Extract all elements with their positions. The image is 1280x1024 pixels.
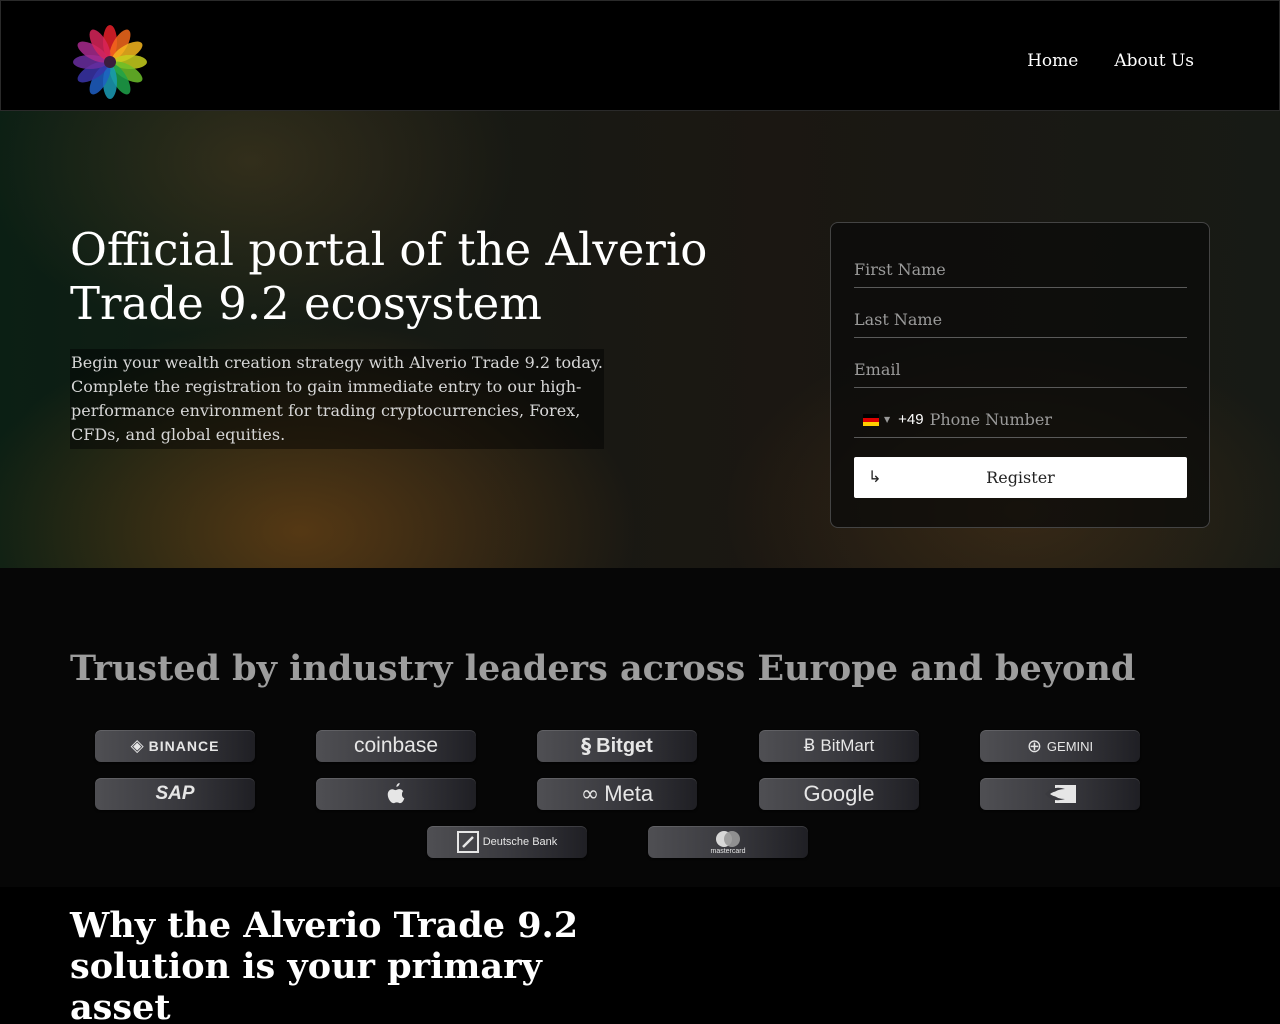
nvidia-icon [1045, 785, 1076, 803]
binance-icon: ◈ [130, 736, 144, 756]
nav-home-link[interactable]: Home [1027, 51, 1078, 71]
brand-logo-deutsche-bank: Deutsche Bank [427, 826, 587, 858]
email-field-wrapper [854, 352, 1187, 388]
nav-about-us-link[interactable]: About Us [1114, 51, 1194, 71]
lotus-flower-logo[interactable] [73, 25, 147, 99]
why-section: Why the Alverio Trade 9.2 solution is yo… [0, 887, 1280, 1024]
brand-logos: ◈ BINANCE coinbase § Bitget Ƀ BitMart ⊕ GEMI… [0, 568, 1280, 887]
brand-logo-bitget: § Bitget [537, 730, 697, 762]
brand-logo-coinbase: coinbase [316, 730, 476, 762]
brand-logo-bitmart: Ƀ BitMart [759, 730, 919, 762]
register-button-label: Register [986, 468, 1055, 487]
first-name-field-wrapper [854, 252, 1187, 288]
last-name-field-wrapper [854, 302, 1187, 338]
bitmart-icon: Ƀ [803, 736, 816, 756]
bitget-icon: § [581, 734, 592, 758]
arrow-return-icon: ↳ [868, 467, 882, 486]
brand-logo-sap: SAP [95, 778, 255, 810]
register-button[interactable]: ↳ Register [854, 457, 1187, 498]
phone-country-code: +49 [898, 411, 924, 428]
meta-icon: ∞ [580, 781, 600, 807]
brand-logo-mastercard: mastercard [648, 826, 808, 858]
germany-flag-icon[interactable] [863, 413, 879, 426]
phone-input[interactable] [929, 402, 1170, 437]
brand-logo-google: Google [759, 778, 919, 810]
phone-field-wrapper: ▼ +49 [854, 402, 1187, 438]
chevron-down-icon[interactable]: ▼ [884, 415, 890, 424]
brand-logo-gemini: ⊕ GEMINI [980, 730, 1140, 762]
brand-logo-apple [316, 778, 476, 810]
hero-subtitle: Begin your wealth creation strategy with… [70, 349, 604, 449]
deutsche-bank-icon [456, 831, 479, 853]
hero-section: Official portal of the Alverio Trade 9.2… [0, 111, 1280, 568]
email-input[interactable] [854, 352, 1187, 387]
apple-icon [387, 783, 405, 804]
first-name-input[interactable] [854, 252, 1187, 287]
mastercard-icon [716, 830, 740, 847]
gemini-icon: ⊕ [1026, 735, 1042, 757]
brand-logo-meta: ∞ Meta [537, 778, 697, 810]
registration-form: ▼ +49 ↳ Register [830, 222, 1210, 528]
trusted-section: Trusted by industry leaders across Europ… [0, 568, 1280, 887]
last-name-input[interactable] [854, 302, 1187, 337]
brand-logo-binance: ◈ BINANCE [95, 730, 255, 762]
site-header: Home About Us [0, 0, 1280, 111]
brand-logo-nvidia [980, 778, 1140, 810]
hero-title: Official portal of the Alverio Trade 9.2… [70, 223, 708, 330]
main-nav: Home About Us [1027, 51, 1194, 71]
why-title: Why the Alverio Trade 9.2 solution is yo… [70, 905, 579, 1024]
